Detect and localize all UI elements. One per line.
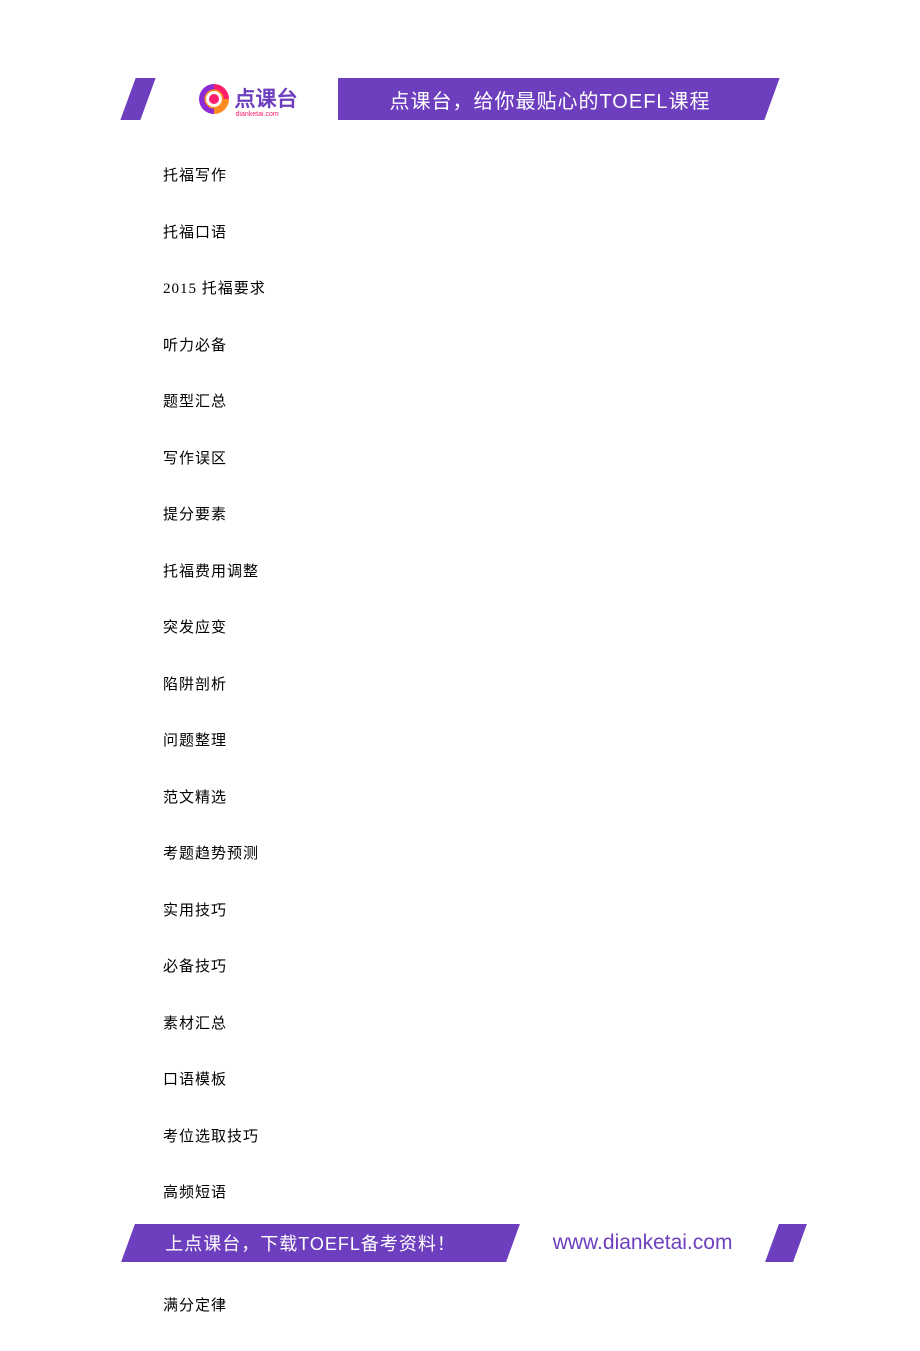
list-item[interactable]: 2015 托福要求 xyxy=(163,277,760,298)
list-item[interactable]: 问题整理 xyxy=(163,729,760,750)
list-item[interactable]: 高频短语 xyxy=(163,1181,760,1202)
list-item[interactable]: 实用技巧 xyxy=(163,899,760,920)
list-item[interactable]: 写作误区 xyxy=(163,447,760,468)
list-item[interactable]: 满分定律 xyxy=(163,1294,760,1315)
topic-list: 托福写作 托福口语 2015 托福要求 听力必备 题型汇总 写作误区 提分要素 … xyxy=(163,164,760,1351)
logo-block: 点课台 dianketai.com xyxy=(158,78,338,120)
logo-text: 点课台 dianketai.com xyxy=(235,89,298,110)
logo-main-text: 点课台 xyxy=(235,88,298,111)
footer-url[interactable]: www.dianketai.com xyxy=(493,1224,792,1262)
list-item[interactable]: 提分要素 xyxy=(163,503,760,524)
list-item[interactable]: 素材汇总 xyxy=(163,1012,760,1033)
list-item[interactable]: 范文精选 xyxy=(163,786,760,807)
list-item[interactable]: 突发应变 xyxy=(163,616,760,637)
list-item[interactable]: 托福费用调整 xyxy=(163,560,760,581)
logo-swirl-icon xyxy=(199,84,229,114)
list-item[interactable]: 考位选取技巧 xyxy=(163,1125,760,1146)
list-item[interactable]: 听力必备 xyxy=(163,334,760,355)
header-slogan: 点课台，给你最贴心的TOEFL课程 xyxy=(338,78,792,120)
list-item[interactable]: 考题趋势预测 xyxy=(163,842,760,863)
footer-right-block: www.dianketai.com xyxy=(493,1224,792,1262)
list-item[interactable]: 口语模板 xyxy=(163,1068,760,1089)
header-slogan-block: 点课台，给你最贴心的TOEFL课程 xyxy=(338,78,792,120)
footer-left-text: 上点课台，下载TOEFL备考资料！ xyxy=(128,1224,493,1262)
list-item[interactable]: 必备技巧 xyxy=(163,955,760,976)
header-banner: 点课台 dianketai.com 点课台，给你最贴心的TOEFL课程 xyxy=(128,78,792,120)
footer-left-block: 上点课台，下载TOEFL备考资料！ xyxy=(128,1224,493,1262)
list-item[interactable]: 托福口语 xyxy=(163,221,760,242)
footer-banner: 上点课台，下载TOEFL备考资料！ www.dianketai.com xyxy=(128,1224,792,1262)
list-item[interactable]: 题型汇总 xyxy=(163,390,760,411)
logo-sub-text: dianketai.com xyxy=(236,111,279,118)
list-item[interactable]: 陷阱剖析 xyxy=(163,673,760,694)
list-item[interactable]: 托福写作 xyxy=(163,164,760,185)
